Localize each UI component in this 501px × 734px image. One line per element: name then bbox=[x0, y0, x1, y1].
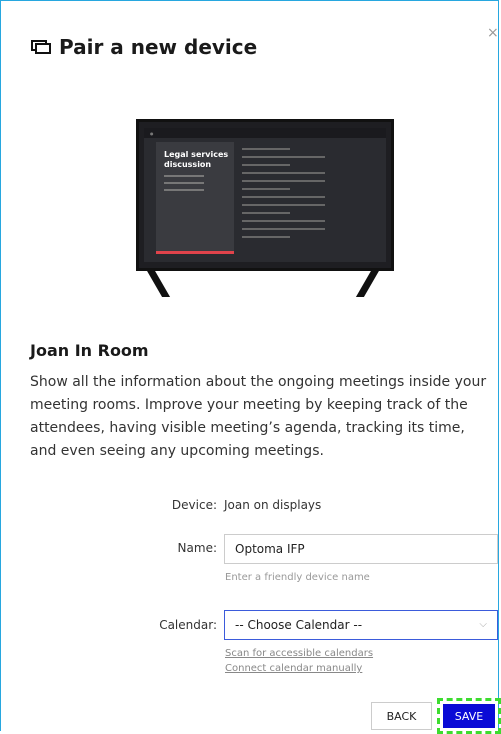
save-button-highlight: SAVE bbox=[437, 698, 501, 734]
close-icon[interactable]: × bbox=[487, 25, 499, 41]
dialog-header: Pair a new device bbox=[31, 35, 257, 59]
dialog: Pair a new device × ● Legal services dis… bbox=[0, 0, 501, 734]
illustration-meeting-title: Legal services discussion bbox=[164, 150, 229, 169]
connect-calendar-link[interactable]: Connect calendar manually bbox=[225, 663, 362, 674]
name-input[interactable]: Optoma IFP bbox=[224, 534, 498, 564]
name-label: Name: bbox=[177, 541, 217, 555]
back-button[interactable]: BACK bbox=[371, 702, 432, 730]
save-button[interactable]: SAVE bbox=[443, 704, 495, 728]
calendar-label: Calendar: bbox=[159, 618, 217, 632]
chevron-down-icon: ⌵ bbox=[479, 619, 487, 630]
scan-calendars-link[interactable]: Scan for accessible calendars bbox=[225, 648, 373, 659]
name-hint: Enter a friendly device name bbox=[225, 572, 370, 583]
calendar-select-value: -- Choose Calendar -- bbox=[235, 618, 363, 632]
calendar-select[interactable]: -- Choose Calendar -- ⌵ bbox=[224, 610, 498, 640]
device-value: Joan on displays bbox=[224, 498, 322, 512]
product-name: Joan In Room bbox=[30, 341, 149, 360]
product-description: Show all the information about the ongoi… bbox=[30, 374, 487, 459]
devices-icon bbox=[31, 40, 51, 54]
dialog-title: Pair a new device bbox=[59, 35, 258, 59]
tv-illustration: ● Legal services discussion bbox=[136, 119, 394, 297]
device-label: Device: bbox=[171, 498, 217, 512]
